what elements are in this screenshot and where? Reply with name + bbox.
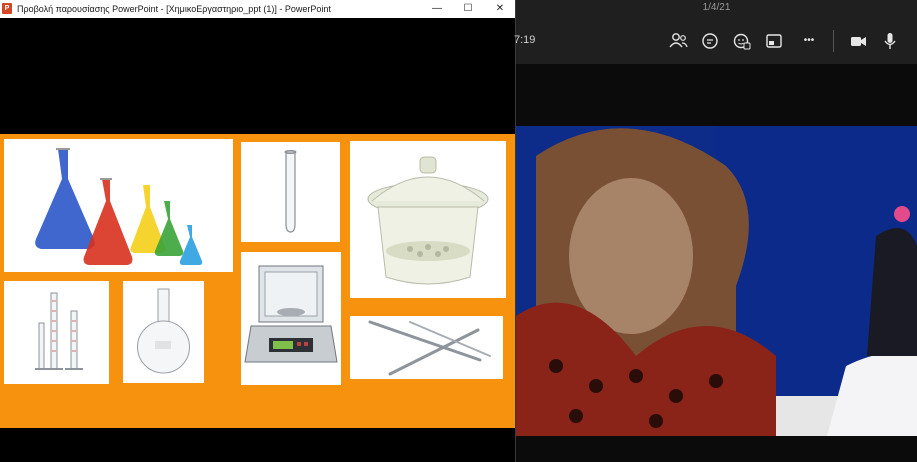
round-flask-image <box>123 281 204 383</box>
participant-video[interactable] <box>516 126 917 436</box>
video-frame <box>516 126 917 436</box>
teams-title-bar: 1/4/21 <box>516 0 917 18</box>
stirring-rods-image <box>350 316 503 379</box>
chat-icon <box>702 33 718 49</box>
slide[interactable] <box>0 134 516 428</box>
microphone-button[interactable] <box>877 28 903 54</box>
powerpoint-icon: P <box>2 3 12 14</box>
slide-black-area <box>0 18 516 134</box>
share-screen-icon <box>766 34 782 48</box>
test-tube-image <box>241 142 340 242</box>
reactions-button[interactable] <box>729 28 755 54</box>
reactions-icon <box>733 33 751 50</box>
participants-icon <box>669 33 688 48</box>
graduated-cylinders-image <box>4 281 109 384</box>
powerpoint-slideshow-window: P Προβολή παρουσίασης PowerPoint - [Χημι… <box>0 0 516 462</box>
participants-button[interactable] <box>665 28 691 54</box>
analytical-balance-image <box>241 252 341 385</box>
flasks-image <box>4 139 233 272</box>
maximize-button[interactable]: ☐ <box>452 0 484 18</box>
microphone-icon <box>884 33 896 49</box>
meeting-timer: 7:19 <box>514 34 536 46</box>
meeting-toolbar: 7:19 ••• <box>514 18 917 64</box>
ppt-title-bar: P Προβολή παρουσίασης PowerPoint - [Χημι… <box>0 0 516 18</box>
toolbar-separator <box>833 30 834 52</box>
chat-button[interactable] <box>697 28 723 54</box>
meeting-date: 1/4/21 <box>702 2 731 13</box>
camera-button[interactable] <box>845 28 871 54</box>
window-title: Προβολή παρουσίασης PowerPoint - [Χημικο… <box>17 4 331 14</box>
share-content-button[interactable] <box>761 28 787 54</box>
minimize-button[interactable]: — <box>421 0 453 18</box>
teams-meeting-window: 1/4/21 7:19 ••• <box>514 0 917 462</box>
camera-icon <box>851 37 866 46</box>
more-actions-button[interactable]: ••• <box>796 28 822 54</box>
desiccator-image <box>350 141 506 298</box>
close-button[interactable]: ✕ <box>484 0 516 18</box>
